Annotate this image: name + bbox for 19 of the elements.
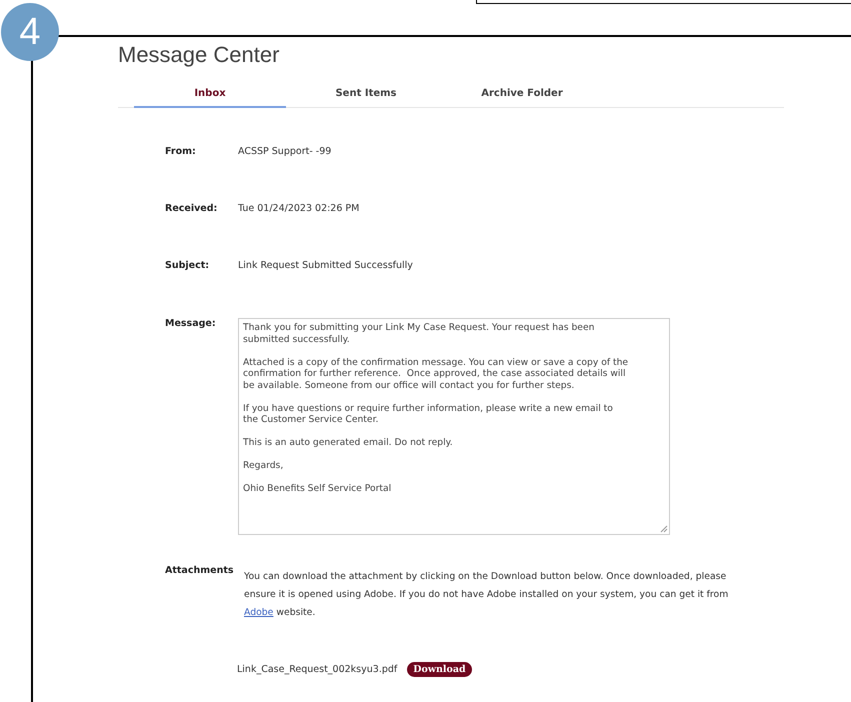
adobe-link[interactable]: Adobe	[244, 607, 274, 618]
field-value: Link Request Submitted Successfully	[238, 260, 413, 271]
attachments-label: Attachments	[165, 565, 235, 576]
tab[interactable]: Sent Items	[290, 86, 442, 108]
tab[interactable]: Archive Folder	[446, 86, 598, 108]
field-label: Message:	[165, 318, 217, 329]
download-button[interactable]: Download	[407, 662, 472, 677]
step-badge: 4	[1, 3, 59, 61]
field-value: Tue 01/24/2023 02:26 PM	[238, 203, 360, 214]
field-label: Subject:	[165, 260, 210, 271]
page-title: Message Center	[118, 42, 280, 68]
field-label: Received:	[165, 203, 218, 214]
resize-grip-icon[interactable]	[660, 525, 668, 533]
field-label: From:	[165, 146, 197, 157]
file-name: Link_Case_Request_002ksyu3.pdf	[237, 664, 398, 675]
tab[interactable]: Inbox	[134, 86, 286, 108]
message-field[interactable]: Thank you for submitting your Link My Case Request. Your request has been submitted successfully. Attached is a copy of the confirmation message. You can view or save a copy of the confirmation for further reference. Once approved, the case associated details will be available. Someone from our office will contact you for further steps. If you have questions or require further information, please write a new email to the Customer Service Center. This is an auto generated email. Do not reply. Regards, Ohio Benefits Self Service Portal	[238, 318, 670, 535]
attachment-note: You can download the attachment by clicking on the Download button below. Once downloaded, please ensure it is opened using Adobe. If you do not have Adobe installed on your system, you can get it from Adobe website.	[244, 570, 730, 620]
field-value: ACSSP Support- -99	[238, 146, 332, 157]
